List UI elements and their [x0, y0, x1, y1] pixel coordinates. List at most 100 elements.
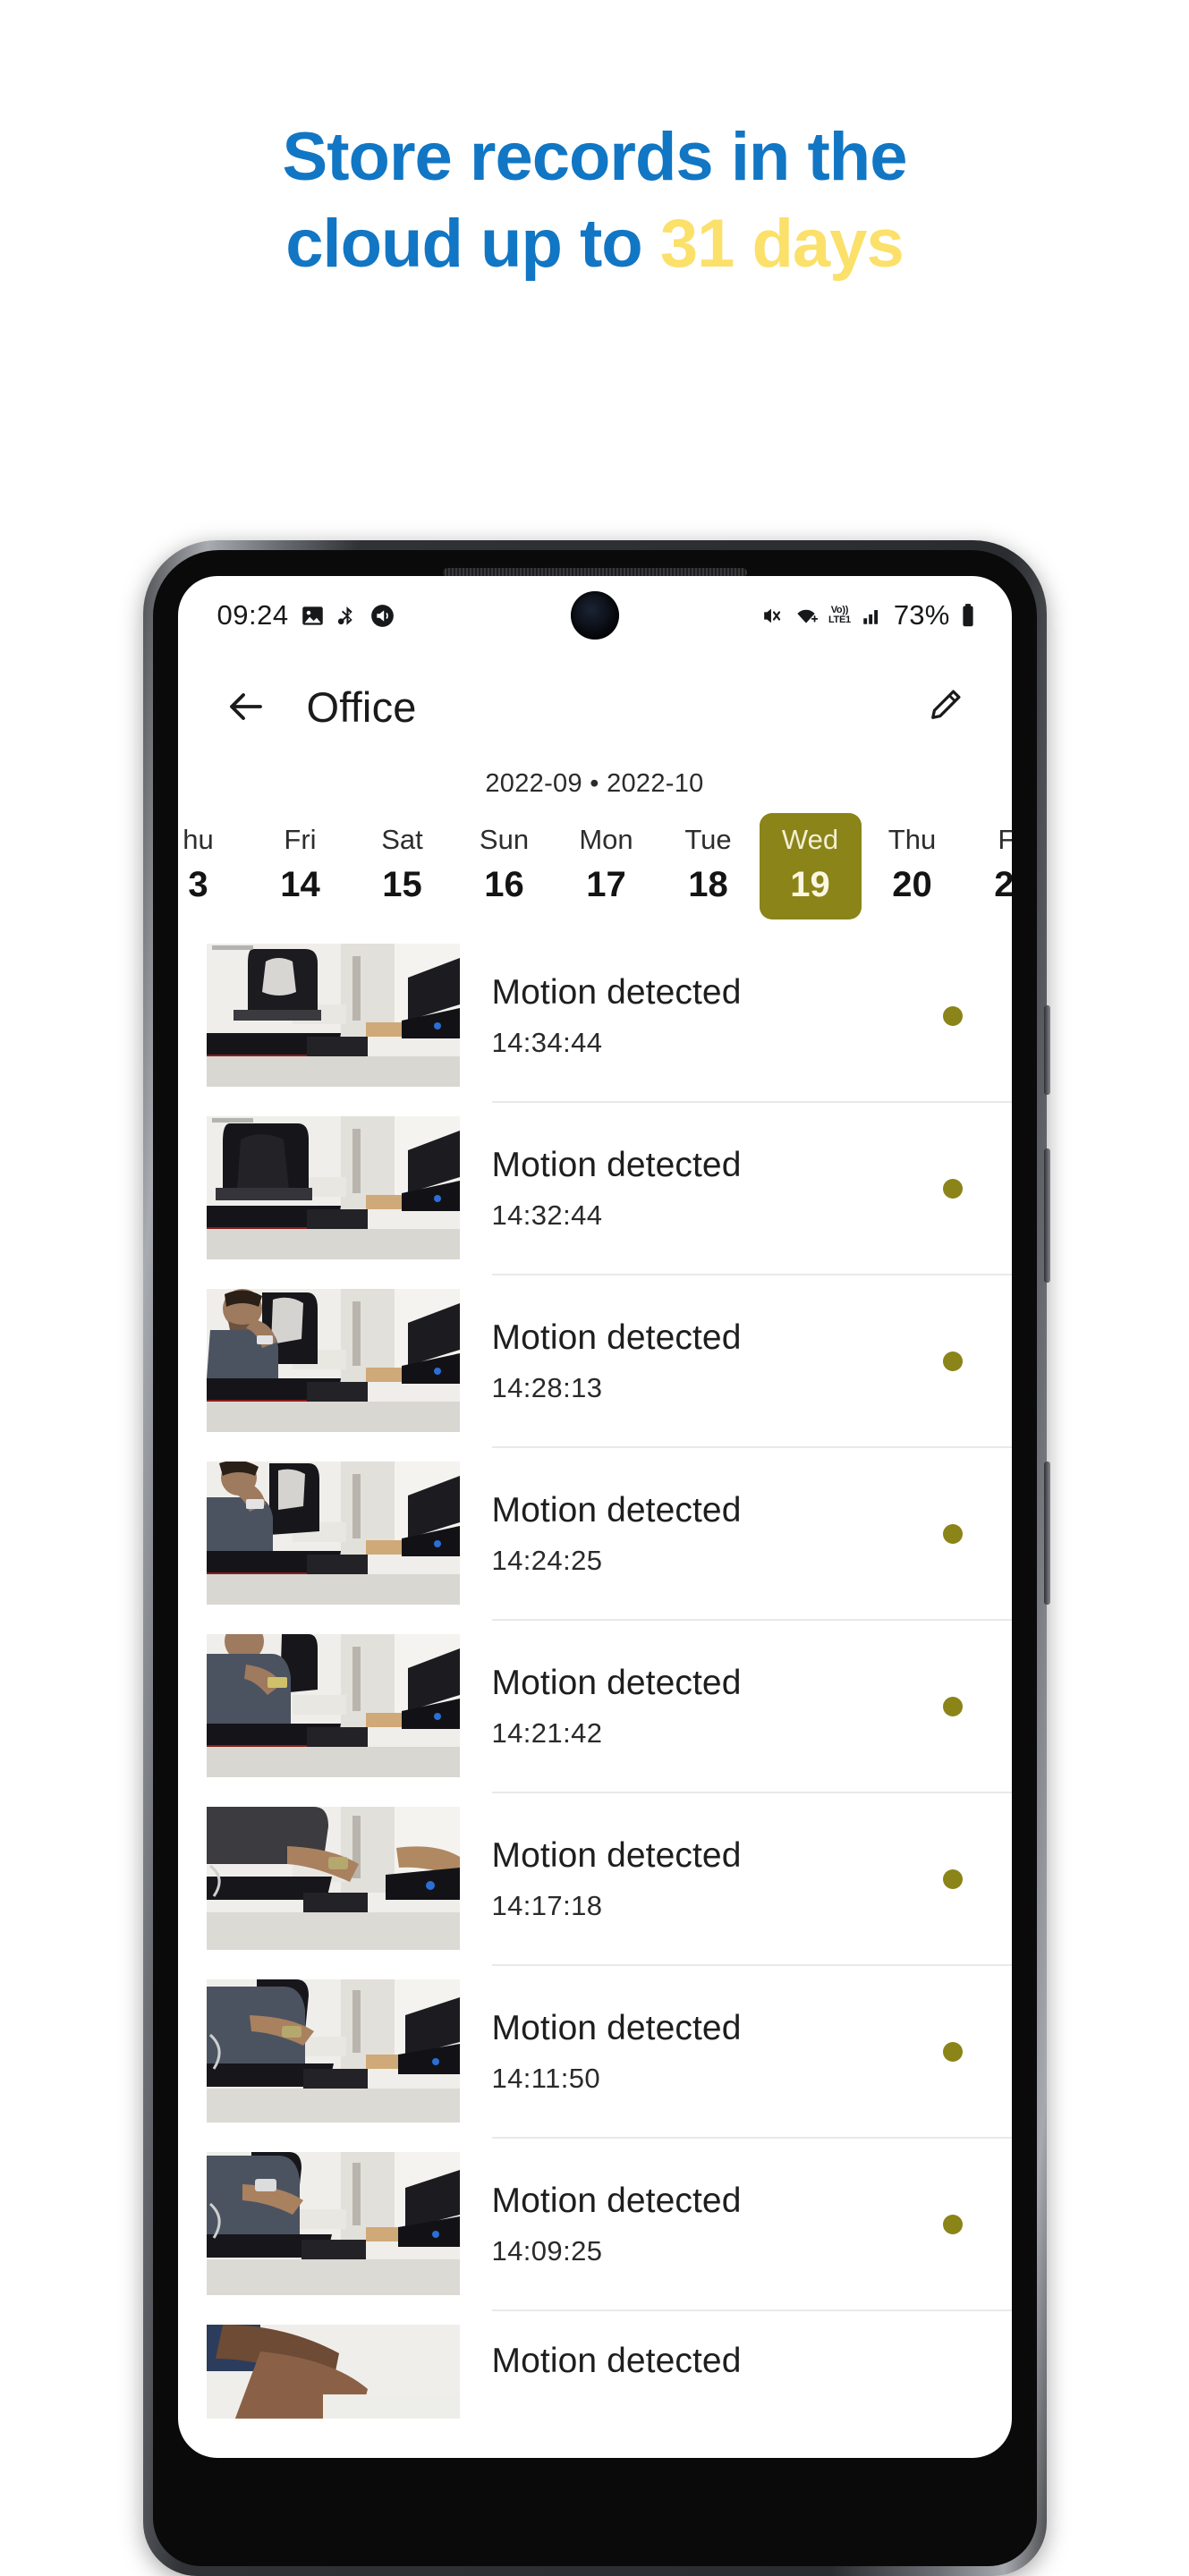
- status-bar-clock: 09:24: [217, 599, 289, 631]
- event-content: Motion detected 14:17:18: [491, 1793, 1012, 1966]
- headline-line-2: cloud up to 31 days: [0, 201, 1189, 288]
- day-number-label: 17: [586, 865, 626, 904]
- unread-dot-icon: [942, 2214, 963, 2234]
- unread-dot-icon: [942, 2041, 963, 2062]
- unread-dot-icon: [942, 1351, 963, 1371]
- event-thumbnail[interactable]: [206, 944, 460, 1087]
- event-thumbnail[interactable]: [206, 1807, 460, 1950]
- event-timestamp: 14:17:18: [491, 1889, 603, 1921]
- event-title: Motion detected: [491, 1835, 742, 1875]
- day-of-week-label: Sat: [381, 824, 423, 855]
- day-of-week-label: Thu: [888, 824, 937, 855]
- headline-accent: 31 days: [659, 205, 904, 282]
- day-of-week-label: Fri: [284, 824, 317, 855]
- event-title: Motion detected: [491, 2342, 742, 2380]
- unread-dot-icon: [942, 1696, 963, 1716]
- event-content: Motion detected: [492, 2311, 1012, 2419]
- event-title: Motion detected: [491, 1145, 742, 1184]
- headline-line-1: Store records in the: [282, 119, 908, 195]
- phone-screen: 09:24 Vo)) LTE1 73% Office 2022-09 • 202…: [177, 576, 1012, 2458]
- unread-dot-icon: [942, 1523, 963, 1544]
- status-bar-left: 09:24: [217, 599, 395, 631]
- event-content: Motion detected 14:24:25: [491, 1448, 1012, 1621]
- event-title: Motion detected: [491, 1490, 742, 1530]
- event-content: Motion detected 14:09:25: [491, 2139, 1012, 2311]
- day-number-label: 20: [892, 865, 932, 904]
- event-thumbnail[interactable]: [206, 1116, 460, 1259]
- side-button-volume[interactable]: [1043, 1148, 1050, 1283]
- volte-bottom-label: LTE1: [828, 614, 851, 625]
- date-strip-day[interactable]: Fri 21: [964, 813, 1012, 919]
- date-strip-day[interactable]: Sun 16: [454, 813, 556, 919]
- photo-icon: [301, 604, 325, 628]
- edit-button[interactable]: [912, 686, 976, 727]
- speaker-icon: [370, 604, 395, 628]
- event-title: Motion detected: [491, 972, 742, 1012]
- event-content: Motion detected 14:28:13: [491, 1275, 1012, 1448]
- event-thumbnail[interactable]: [206, 1634, 460, 1777]
- event-content: Motion detected 14:32:44: [491, 1103, 1012, 1275]
- date-strip-day[interactable]: hu 3: [178, 813, 250, 919]
- event-title: Motion detected: [491, 1663, 742, 1702]
- event-list-item[interactable]: Motion detected 14:21:42: [178, 1621, 1012, 1793]
- date-strip-day[interactable]: Thu 20: [862, 813, 964, 919]
- mute-icon: [760, 604, 784, 628]
- event-content: Motion detected 14:34:44: [491, 930, 1012, 1103]
- day-number-label: 14: [280, 865, 320, 904]
- volte-icon: Vo)) LTE1: [828, 606, 851, 625]
- app-bar: Office: [177, 655, 1012, 758]
- day-number-label: 19: [790, 865, 830, 904]
- event-title: Motion detected: [491, 2008, 742, 2047]
- event-thumbnail[interactable]: [206, 1979, 460, 2123]
- event-timestamp: 14:09:25: [491, 2234, 603, 2267]
- event-thumbnail[interactable]: [206, 1289, 460, 1432]
- event-list[interactable]: Motion detected 14:34:44 Motion detected…: [177, 930, 1012, 2419]
- month-range-label: 2022-09 • 2022-10: [485, 769, 704, 798]
- wifi-icon: [794, 604, 819, 628]
- event-title: Motion detected: [491, 1318, 742, 1357]
- day-number-label: 18: [688, 865, 728, 904]
- event-list-item[interactable]: Motion detected 14:28:13: [178, 1275, 1012, 1448]
- event-list-item[interactable]: Motion detected 14:17:18: [178, 1793, 1012, 1966]
- front-camera-punch-hole: [570, 591, 619, 640]
- side-button-power[interactable]: [1043, 1462, 1050, 1605]
- phone-body: 09:24 Vo)) LTE1 73% Office 2022-09 • 202…: [142, 540, 1050, 2576]
- event-thumbnail[interactable]: [206, 2325, 460, 2419]
- event-thumbnail[interactable]: [206, 2152, 460, 2295]
- side-button-top[interactable]: [1043, 1005, 1050, 1095]
- day-number-label: 3: [188, 865, 208, 904]
- event-list-item[interactable]: Motion detected 14:24:25: [178, 1448, 1012, 1621]
- event-timestamp: 14:34:44: [491, 1026, 603, 1058]
- day-of-week-label: Mon: [579, 824, 633, 855]
- event-list-item[interactable]: Motion detected 14:11:50: [178, 1966, 1012, 2139]
- date-strip-day[interactable]: Mon 17: [556, 813, 658, 919]
- event-list-item[interactable]: Motion detected 14:34:44: [178, 930, 1012, 1103]
- date-strip-day[interactable]: Tue 18: [658, 813, 760, 919]
- unread-dot-icon: [942, 1005, 963, 1026]
- day-number-label: 21: [994, 865, 1012, 904]
- date-strip[interactable]: hu 3 Fri 14 Sat 15 Sun 16 Mon 17 Tue 18 …: [178, 813, 1012, 930]
- event-timestamp: 14:11:50: [491, 2062, 601, 2094]
- headline-line-2-prefix: cloud up to: [285, 205, 660, 282]
- date-strip-day[interactable]: Fri 14: [250, 813, 352, 919]
- day-of-week-label: Tue: [684, 824, 732, 855]
- back-button[interactable]: [214, 685, 278, 728]
- bluetooth-audio-icon: [336, 604, 359, 628]
- date-strip-day[interactable]: Sat 15: [352, 813, 454, 919]
- event-list-item-partial[interactable]: Motion detected: [178, 2311, 1012, 2419]
- event-list-item[interactable]: Motion detected 14:32:44: [178, 1103, 1012, 1275]
- status-bar: 09:24 Vo)) LTE1 73%: [178, 576, 1012, 655]
- event-timestamp: 14:32:44: [491, 1199, 603, 1231]
- event-title: Motion detected: [491, 2181, 742, 2220]
- event-list-item[interactable]: Motion detected 14:09:25: [178, 2139, 1012, 2311]
- day-of-week-label: Sun: [479, 824, 530, 855]
- date-strip-day-selected[interactable]: Wed 19: [759, 813, 862, 919]
- page-headline: Store records in the cloud up to 31 days: [0, 0, 1189, 287]
- event-content: Motion detected 14:11:50: [491, 1966, 1012, 2139]
- event-timestamp: 14:24:25: [491, 1544, 603, 1576]
- day-of-week-label: Fri: [998, 824, 1012, 855]
- phone-mockup: 09:24 Vo)) LTE1 73% Office 2022-09 • 202…: [142, 540, 1050, 2576]
- event-thumbnail[interactable]: [206, 1462, 460, 1605]
- signal-bars-icon: [861, 604, 884, 627]
- event-content: Motion detected 14:21:42: [491, 1621, 1012, 1793]
